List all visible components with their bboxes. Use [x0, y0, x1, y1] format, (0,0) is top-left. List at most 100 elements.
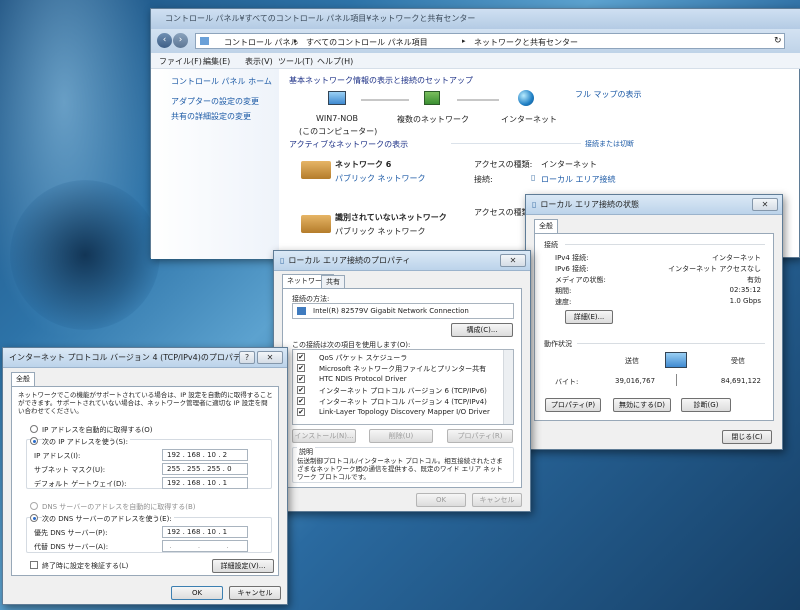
tab-general[interactable]: 全般	[534, 219, 558, 233]
bytes-label: バイト:	[555, 378, 579, 386]
item-checkbox[interactable]: ✔	[297, 386, 305, 394]
page-heading: 基本ネットワーク情報の表示と接続のセットアップ	[289, 76, 473, 85]
full-map-link[interactable]: フル マップの表示	[575, 89, 642, 100]
cancel-button[interactable]: キャンセル	[472, 493, 522, 507]
preferred-dns-field[interactable]: 192 . 168 . 10 . 1	[162, 526, 248, 538]
cp-title: コントロール パネル¥すべてのコントロール パネル項目¥ネットワークと共有センタ…	[165, 14, 476, 23]
breadcrumb-all-items[interactable]: すべてのコントロール パネル項目	[306, 37, 428, 48]
auto-ip-label[interactable]: IP アドレスを自動的に取得する(O)	[42, 425, 152, 435]
breadcrumb-root[interactable]: コントロール パネル	[224, 37, 299, 48]
close-button[interactable]: 閉じる(C)	[722, 430, 772, 444]
network1-access-label: アクセスの種類:	[474, 160, 533, 169]
help-icon[interactable]: ?	[239, 351, 255, 364]
ipv4-title: インターネット プロトコル バージョン 4 (TCP/IPv4)のプロパティ	[9, 353, 249, 362]
items-list[interactable]: ✔ QoS パケット スケジューラ ✔ Microsoft ネットワーク用ファイ…	[292, 349, 514, 425]
alternate-dns-field[interactable]: . . .	[162, 540, 248, 552]
menu-tools[interactable]: ツール(T)	[278, 56, 313, 67]
configure-button[interactable]: 構成(C)...	[451, 323, 513, 337]
cp-sidebar: コントロール パネル ホーム アダプターの設定の変更 共有の詳細設定の変更	[151, 69, 279, 259]
install-button[interactable]: インストール(N)...	[292, 429, 356, 443]
item-checkbox[interactable]: ✔	[297, 353, 305, 361]
sidebar-item-cp-home[interactable]: コントロール パネル ホーム	[171, 76, 272, 87]
ipv4-titlebar: インターネット プロトコル バージョン 4 (TCP/IPv4)のプロパティ ?…	[3, 348, 287, 368]
menu-edit[interactable]: 編集(E)	[203, 56, 230, 67]
menu-view[interactable]: 表示(V)	[245, 56, 273, 67]
manual-dns-radio[interactable]	[30, 514, 38, 522]
item-properties-button[interactable]: プロパティ(R)	[447, 429, 513, 443]
multiple-networks-icon	[424, 91, 440, 105]
close-icon[interactable]: ✕	[257, 351, 283, 364]
list-item[interactable]: HTC NDIS Protocol Driver	[319, 375, 407, 383]
network1-type-link[interactable]: パブリック ネットワーク	[335, 173, 426, 184]
validate-checkbox[interactable]	[30, 561, 38, 569]
validate-label[interactable]: 終了時に設定を検証する(L)	[42, 561, 128, 571]
ipv4-conn-label: IPv4 接続:	[555, 254, 589, 262]
desktop-wallpaper-shape	[10, 180, 160, 330]
status-tab-panel: 接続 IPv4 接続: インターネット IPv6 接続: インターネット アクセ…	[534, 233, 774, 421]
menu-file[interactable]: ファイル(F)	[159, 56, 202, 67]
alternate-dns-label: 代替 DNS サーバー(A):	[34, 543, 109, 551]
manual-ip-label[interactable]: 次の IP アドレスを使う(S):	[42, 437, 130, 447]
network1-conn-label: 接続:	[474, 175, 493, 184]
forward-button[interactable]: ›	[173, 33, 188, 48]
diagnose-button[interactable]: 診断(G)	[681, 398, 731, 412]
back-button[interactable]: ‹	[157, 33, 172, 48]
auto-dns-label[interactable]: DNS サーバーのアドレスを自動的に取得する(B)	[42, 502, 196, 512]
ip-address-field[interactable]: 192 . 168 . 10 . 2	[162, 449, 248, 461]
disable-button[interactable]: 無効にする(D)	[613, 398, 671, 412]
refresh-icon[interactable]: ↻	[774, 36, 782, 46]
close-icon[interactable]: ✕	[500, 254, 526, 267]
connection-divider	[565, 244, 765, 245]
details-button[interactable]: 詳細(E)...	[565, 310, 613, 324]
properties-button[interactable]: プロパティ(P)	[545, 398, 601, 412]
sidebar-item-adapter-settings[interactable]: アダプターの設定の変更	[171, 96, 259, 107]
network1-access-value: インターネット	[541, 160, 597, 169]
items-scrollbar[interactable]	[503, 350, 513, 424]
props-titlebar: ▯ ローカル エリア接続のプロパティ ✕	[274, 251, 530, 271]
uninstall-button[interactable]: 削除(U)	[369, 429, 433, 443]
item-checkbox[interactable]: ✔	[297, 375, 305, 383]
menu-help[interactable]: ヘルプ(H)	[317, 56, 353, 67]
ipv6-conn-value: インターネット アクセスなし	[668, 265, 761, 273]
list-item[interactable]: インターネット プロトコル バージョン 6 (TCP/IPv6)	[319, 386, 487, 396]
status-titlebar: ▯ ローカル エリア接続の状態 ✕	[526, 195, 782, 215]
tab-general[interactable]: 全般	[11, 372, 35, 386]
bytes-separator	[676, 374, 677, 386]
auto-dns-radio[interactable]	[30, 502, 38, 510]
node-computer-label: WIN7-NOB	[316, 114, 358, 123]
node-networks-label: 複数のネットワーク	[397, 115, 469, 124]
address-bar[interactable]: コントロール パネル ▸ すべてのコントロール パネル項目 ▸ ネットワークと共…	[195, 33, 785, 49]
subnet-mask-field[interactable]: 255 . 255 . 255 . 0	[162, 463, 248, 475]
ok-button[interactable]: OK	[171, 586, 223, 600]
item-checkbox[interactable]: ✔	[297, 408, 305, 416]
manual-ip-radio[interactable]	[30, 437, 38, 445]
item-checkbox[interactable]: ✔	[297, 364, 305, 372]
ok-button[interactable]: OK	[416, 493, 466, 507]
computer-icon	[328, 91, 346, 105]
connect-disconnect-link[interactable]: 接続または切断	[585, 139, 634, 149]
auto-ip-radio[interactable]	[30, 425, 38, 433]
close-icon[interactable]: ✕	[752, 198, 778, 211]
list-item[interactable]: QoS パケット スケジューラ	[319, 353, 407, 363]
ip-address-label: IP アドレス(I):	[34, 452, 81, 460]
cancel-button[interactable]: キャンセル	[229, 586, 281, 600]
list-item[interactable]: Link-Layer Topology Discovery Mapper I/O…	[319, 408, 490, 416]
list-item[interactable]: インターネット プロトコル バージョン 4 (TCP/IPv4)	[319, 397, 487, 407]
manual-dns-label[interactable]: 次の DNS サーバーのアドレスを使う(E):	[42, 514, 174, 524]
breadcrumb-current[interactable]: ネットワークと共有センター	[474, 37, 578, 48]
description-label: 説明	[297, 447, 315, 457]
active-networks-heading: アクティブなネットワークの表示	[289, 140, 409, 149]
connection-section-title: 接続	[544, 241, 558, 249]
adapter-small-icon: ▯	[531, 173, 536, 182]
advanced-button[interactable]: 詳細設定(V)...	[212, 559, 274, 573]
gateway-field[interactable]: 192 . 168 . 10 . 1	[162, 477, 248, 489]
cp-addressbar-row: ‹ › コントロール パネル ▸ すべてのコントロール パネル項目 ▸ ネットワ…	[151, 29, 800, 53]
speed-label: 速度:	[555, 298, 572, 306]
list-item[interactable]: Microsoft ネットワーク用ファイルとプリンター共有	[319, 364, 486, 374]
tab-sharing[interactable]: 共有	[321, 275, 345, 289]
item-checkbox[interactable]: ✔	[297, 397, 305, 405]
status-title: ローカル エリア接続の状態	[540, 200, 639, 209]
sidebar-item-advanced-sharing[interactable]: 共有の詳細設定の変更	[171, 111, 251, 122]
network1-connection-link[interactable]: ローカル エリア接続	[541, 174, 616, 185]
node-computer-sublabel: (このコンピューター)	[299, 127, 378, 136]
